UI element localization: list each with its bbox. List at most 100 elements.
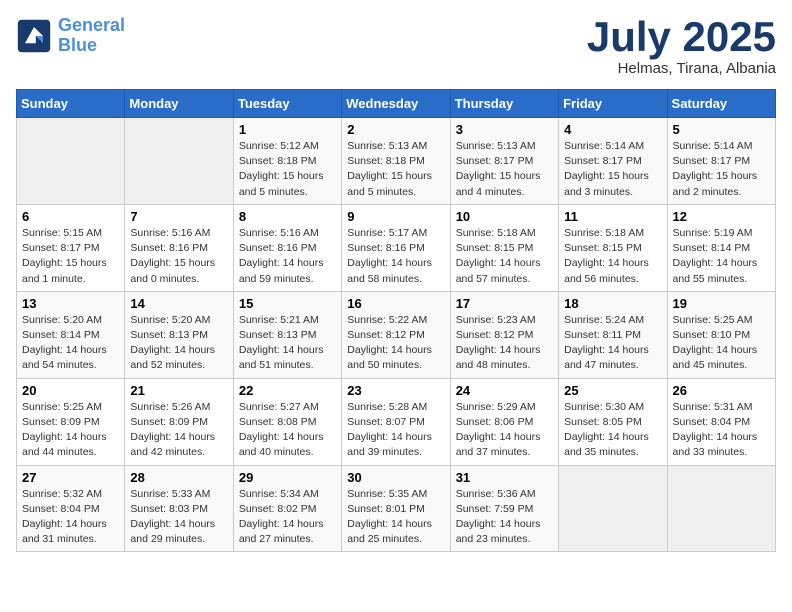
calendar-cell: 10Sunrise: 5:18 AMSunset: 8:15 PMDayligh… xyxy=(450,204,558,291)
calendar-week-row: 27 Sunrise: 5:32 AMSunset: 8:04 PMDayligh… xyxy=(17,465,776,552)
day-number: 29 xyxy=(239,470,336,485)
weekday-header-sunday: Sunday xyxy=(17,90,125,118)
day-number: 20 xyxy=(22,383,119,398)
day-number: 31 xyxy=(456,470,553,485)
calendar-cell: 25 Sunrise: 5:30 AMSunset: 8:05 PMDayligh… xyxy=(559,378,667,465)
day-number: 25 xyxy=(564,383,661,398)
calendar-cell: 15 Sunrise: 5:21 AMSunset: 8:13 PMDayligh… xyxy=(233,291,341,378)
weekday-header-row: SundayMondayTuesdayWednesdayThursdayFrid… xyxy=(17,90,776,118)
day-detail: Sunrise: 5:13 AMSunset: 8:18 PMDaylight:… xyxy=(347,139,444,200)
day-number: 8 xyxy=(239,209,336,224)
calendar-cell: 23 Sunrise: 5:28 AMSunset: 8:07 PMDayligh… xyxy=(342,378,450,465)
day-detail: Sunrise: 5:15 AMSunset: 8:17 PMDaylight:… xyxy=(22,226,119,287)
day-number: 22 xyxy=(239,383,336,398)
calendar-cell xyxy=(125,118,233,205)
day-detail: Sunrise: 5:27 AMSunset: 8:08 PMDaylight:… xyxy=(239,400,336,461)
calendar-cell: 4 Sunrise: 5:14 AMSunset: 8:17 PMDaylight… xyxy=(559,118,667,205)
page-header: General Blue July 2025 Helmas, Tirana, A… xyxy=(16,16,776,77)
day-detail: Sunrise: 5:35 AMSunset: 8:01 PMDaylight:… xyxy=(347,487,444,548)
day-number: 30 xyxy=(347,470,444,485)
day-number: 27 xyxy=(22,470,119,485)
calendar-cell: 16 Sunrise: 5:22 AMSunset: 8:12 PMDayligh… xyxy=(342,291,450,378)
day-number: 11 xyxy=(564,209,661,224)
calendar-cell: 24 Sunrise: 5:29 AMSunset: 8:06 PMDayligh… xyxy=(450,378,558,465)
day-detail: Sunrise: 5:28 AMSunset: 8:07 PMDaylight:… xyxy=(347,400,444,461)
calendar-week-row: 20 Sunrise: 5:25 AMSunset: 8:09 PMDayligh… xyxy=(17,378,776,465)
day-number: 10 xyxy=(456,209,553,224)
day-number: 1 xyxy=(239,122,336,137)
day-detail: Sunrise: 5:29 AMSunset: 8:06 PMDaylight:… xyxy=(456,400,553,461)
location-subtitle: Helmas, Tirana, Albania xyxy=(587,60,776,77)
day-number: 26 xyxy=(673,383,770,398)
day-detail: Sunrise: 5:34 AMSunset: 8:02 PMDaylight:… xyxy=(239,487,336,548)
calendar-cell: 11 Sunrise: 5:18 AMSunset: 8:15 PMDayligh… xyxy=(559,204,667,291)
calendar-week-row: 1 Sunrise: 5:12 AMSunset: 8:18 PMDaylight… xyxy=(17,118,776,205)
weekday-header-wednesday: Wednesday xyxy=(342,90,450,118)
calendar-cell: 22 Sunrise: 5:27 AMSunset: 8:08 PMDayligh… xyxy=(233,378,341,465)
weekday-header-saturday: Saturday xyxy=(667,90,775,118)
day-number: 18 xyxy=(564,296,661,311)
day-detail: Sunrise: 5:22 AMSunset: 8:12 PMDaylight:… xyxy=(347,313,444,374)
calendar-cell: 1 Sunrise: 5:12 AMSunset: 8:18 PMDaylight… xyxy=(233,118,341,205)
calendar-cell: 9 Sunrise: 5:17 AMSunset: 8:16 PMDaylight… xyxy=(342,204,450,291)
day-number: 28 xyxy=(130,470,227,485)
day-number: 9 xyxy=(347,209,444,224)
calendar-cell: 26 Sunrise: 5:31 AMSunset: 8:04 PMDayligh… xyxy=(667,378,775,465)
day-detail: Sunrise: 5:17 AMSunset: 8:16 PMDaylight:… xyxy=(347,226,444,287)
calendar-week-row: 13Sunrise: 5:20 AMSunset: 8:14 PMDayligh… xyxy=(17,291,776,378)
month-title: July 2025 xyxy=(587,16,776,58)
day-detail: Sunrise: 5:16 AMSunset: 8:16 PMDaylight:… xyxy=(239,226,336,287)
day-detail: Sunrise: 5:24 AMSunset: 8:11 PMDaylight:… xyxy=(564,313,661,374)
day-number: 23 xyxy=(347,383,444,398)
calendar-cell: 29 Sunrise: 5:34 AMSunset: 8:02 PMDayligh… xyxy=(233,465,341,552)
day-number: 16 xyxy=(347,296,444,311)
day-number: 4 xyxy=(564,122,661,137)
calendar-cell xyxy=(17,118,125,205)
weekday-header-tuesday: Tuesday xyxy=(233,90,341,118)
calendar-cell: 13Sunrise: 5:20 AMSunset: 8:14 PMDayligh… xyxy=(17,291,125,378)
day-detail: Sunrise: 5:18 AMSunset: 8:15 PMDaylight:… xyxy=(564,226,661,287)
day-detail: Sunrise: 5:25 AMSunset: 8:10 PMDaylight:… xyxy=(673,313,770,374)
day-number: 2 xyxy=(347,122,444,137)
calendar-cell: 18 Sunrise: 5:24 AMSunset: 8:11 PMDayligh… xyxy=(559,291,667,378)
day-number: 17 xyxy=(456,296,553,311)
day-detail: Sunrise: 5:13 AMSunset: 8:17 PMDaylight:… xyxy=(456,139,553,200)
day-detail: Sunrise: 5:14 AMSunset: 8:17 PMDaylight:… xyxy=(564,139,661,200)
calendar-cell: 3 Sunrise: 5:13 AMSunset: 8:17 PMDaylight… xyxy=(450,118,558,205)
logo-icon xyxy=(16,18,52,54)
calendar-cell: 7Sunrise: 5:16 AMSunset: 8:16 PMDaylight… xyxy=(125,204,233,291)
day-detail: Sunrise: 5:32 AMSunset: 8:04 PMDaylight:… xyxy=(22,487,119,548)
calendar-cell: 30 Sunrise: 5:35 AMSunset: 8:01 PMDayligh… xyxy=(342,465,450,552)
calendar-cell: 27 Sunrise: 5:32 AMSunset: 8:04 PMDayligh… xyxy=(17,465,125,552)
day-detail: Sunrise: 5:14 AMSunset: 8:17 PMDaylight:… xyxy=(673,139,770,200)
day-number: 19 xyxy=(673,296,770,311)
day-detail: Sunrise: 5:19 AMSunset: 8:14 PMDaylight:… xyxy=(673,226,770,287)
calendar-cell: 8 Sunrise: 5:16 AMSunset: 8:16 PMDaylight… xyxy=(233,204,341,291)
calendar-cell xyxy=(559,465,667,552)
calendar-cell: 31 Sunrise: 5:36 AMSunset: 7:59 PMDayligh… xyxy=(450,465,558,552)
calendar-week-row: 6 Sunrise: 5:15 AMSunset: 8:17 PMDaylight… xyxy=(17,204,776,291)
calendar-table: SundayMondayTuesdayWednesdayThursdayFrid… xyxy=(16,89,776,552)
day-detail: Sunrise: 5:21 AMSunset: 8:13 PMDaylight:… xyxy=(239,313,336,374)
day-detail: Sunrise: 5:20 AMSunset: 8:13 PMDaylight:… xyxy=(130,313,227,374)
day-number: 3 xyxy=(456,122,553,137)
day-number: 6 xyxy=(22,209,119,224)
weekday-header-monday: Monday xyxy=(125,90,233,118)
day-detail: Sunrise: 5:12 AMSunset: 8:18 PMDaylight:… xyxy=(239,139,336,200)
title-block: July 2025 Helmas, Tirana, Albania xyxy=(587,16,776,77)
day-detail: Sunrise: 5:33 AMSunset: 8:03 PMDaylight:… xyxy=(130,487,227,548)
day-number: 24 xyxy=(456,383,553,398)
calendar-cell: 6 Sunrise: 5:15 AMSunset: 8:17 PMDaylight… xyxy=(17,204,125,291)
calendar-cell: 14Sunrise: 5:20 AMSunset: 8:13 PMDayligh… xyxy=(125,291,233,378)
calendar-cell: 5Sunrise: 5:14 AMSunset: 8:17 PMDaylight… xyxy=(667,118,775,205)
calendar-cell xyxy=(667,465,775,552)
day-detail: Sunrise: 5:31 AMSunset: 8:04 PMDaylight:… xyxy=(673,400,770,461)
day-detail: Sunrise: 5:25 AMSunset: 8:09 PMDaylight:… xyxy=(22,400,119,461)
weekday-header-thursday: Thursday xyxy=(450,90,558,118)
logo-text: General Blue xyxy=(58,16,125,56)
logo: General Blue xyxy=(16,16,125,56)
day-detail: Sunrise: 5:30 AMSunset: 8:05 PMDaylight:… xyxy=(564,400,661,461)
day-detail: Sunrise: 5:26 AMSunset: 8:09 PMDaylight:… xyxy=(130,400,227,461)
day-detail: Sunrise: 5:36 AMSunset: 7:59 PMDaylight:… xyxy=(456,487,553,548)
day-number: 15 xyxy=(239,296,336,311)
